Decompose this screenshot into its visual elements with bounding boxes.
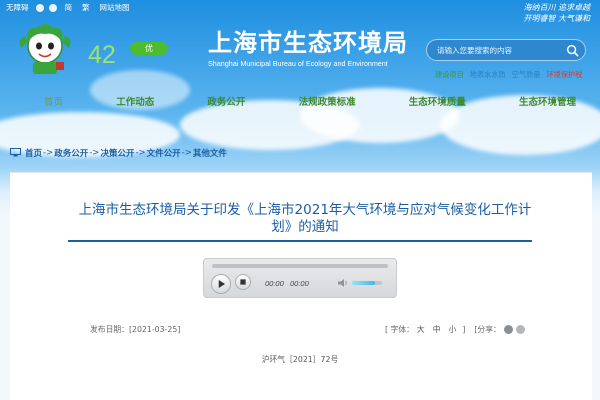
slogan-line-1: 海纳百川 追求卓越 <box>523 3 590 12</box>
share-label: [分享： <box>474 325 501 334</box>
quick-links: 建设项目 地表水水质 空气质量 环境保护税 <box>435 70 582 80</box>
aqi-value: 42 <box>88 41 116 69</box>
font-size-small[interactable]: 小 <box>449 324 457 335</box>
wechat-icon[interactable] <box>35 4 44 12</box>
breadcrumb: 首页 -> 政务公开 -> 决策公开 -> 文件公开 -> 其他文件 <box>10 146 227 159</box>
breadcrumb-home[interactable]: 首页 <box>25 147 42 159</box>
audio-duration: 00:00 <box>290 279 309 288</box>
quicklink-environment-tax[interactable]: 环境保护税 <box>546 70 582 80</box>
volume-icon[interactable] <box>338 278 348 288</box>
audio-current-time: 00:00 <box>265 279 284 288</box>
breadcrumb-other-documents[interactable]: 其他文件 <box>193 147 227 159</box>
font-size-label: [ 字体： <box>385 325 414 334</box>
top-utility-bar: 无障碍 简 繁 网站地图 <box>6 2 130 14</box>
publish-date: 发布日期：[2021-03-25] <box>90 324 180 335</box>
simplified-link[interactable]: 简 <box>65 2 73 14</box>
search-icon[interactable] <box>566 44 579 57</box>
search-box <box>426 39 586 61</box>
nav-item-home[interactable]: 首页 <box>40 95 67 111</box>
nav-item-environment-management[interactable]: 生态环境管理 <box>515 95 580 111</box>
article-title-line-1: 上海市生态环境局关于印发《上海市2021年大气环境与应对气候变化工作计 <box>78 202 532 218</box>
main-navigation: 首页 工作动态 政务公开 法规政策标准 生态环境质量 生态环境管理 <box>40 95 580 111</box>
publish-date-value: [2021-03-25] <box>128 325 181 334</box>
breadcrumb-separator: -> <box>43 147 54 158</box>
nav-item-regulations[interactable]: 法规政策标准 <box>295 95 360 111</box>
quicklink-construction-projects[interactable]: 建设项目 <box>435 70 464 80</box>
site-title-english: Shanghai Municipal Bureau of Ecology and… <box>208 59 388 68</box>
aqi-level-badge: 优 <box>130 42 168 55</box>
monitor-icon <box>10 148 21 157</box>
traditional-link[interactable]: 繁 <box>82 2 90 14</box>
document-number: 沪环气［2021］72号 <box>261 355 339 364</box>
breadcrumb-separator: -> <box>135 147 146 158</box>
breadcrumb-government-affairs[interactable]: 政务公开 <box>54 147 88 159</box>
mascot-icon <box>19 24 71 74</box>
nav-item-work-news[interactable]: 工作动态 <box>112 95 158 111</box>
breadcrumb-separator: -> <box>89 147 100 158</box>
article-tools: [ 字体： 大 中 小 ] [分享： <box>385 324 525 335</box>
volume-slider-fill <box>352 281 375 285</box>
font-size-medium[interactable]: 中 <box>433 324 441 335</box>
volume-slider[interactable] <box>352 281 382 285</box>
wechat-share-icon[interactable] <box>503 325 513 334</box>
weibo-icon[interactable] <box>48 4 57 12</box>
title-divider <box>68 240 532 242</box>
article-title: 上海市生态环境局关于印发《上海市2021年大气环境与应对气候变化工作计 划》的通… <box>70 202 540 236</box>
site-title: 上海市生态环境局 <box>208 29 408 57</box>
nav-item-environment-quality[interactable]: 生态环境质量 <box>405 95 470 111</box>
search-input[interactable] <box>437 43 562 58</box>
font-size-large[interactable]: 大 <box>417 324 425 335</box>
audio-progress-bar[interactable] <box>212 264 388 268</box>
article-title-line-2: 划》的通知 <box>271 219 339 235</box>
breadcrumb-decision-disclosure[interactable]: 决策公开 <box>100 147 134 159</box>
quicklink-surface-water[interactable]: 地表水水质 <box>470 70 506 80</box>
play-button[interactable] <box>211 274 231 294</box>
breadcrumb-separator: -> <box>181 147 192 158</box>
audio-player: 00:00 00:00 <box>203 258 397 298</box>
slogan: 海纳百川 追求卓越 开明睿智 大气谦和 <box>523 2 590 24</box>
nav-item-government-affairs[interactable]: 政务公开 <box>203 95 249 111</box>
quicklink-air-quality[interactable]: 空气质量 <box>512 70 541 80</box>
breadcrumb-document-disclosure[interactable]: 文件公开 <box>147 147 181 159</box>
publish-date-label: 发布日期： <box>90 325 129 334</box>
weibo-share-icon[interactable] <box>515 325 525 334</box>
accessibility-link[interactable]: 无障碍 <box>6 2 29 14</box>
stop-button[interactable] <box>235 274 251 290</box>
font-size-close-bracket: ] <box>462 325 466 334</box>
slogan-line-2: 开明睿智 大气谦和 <box>523 14 590 23</box>
sitemap-link[interactable]: 网站地图 <box>100 2 130 14</box>
